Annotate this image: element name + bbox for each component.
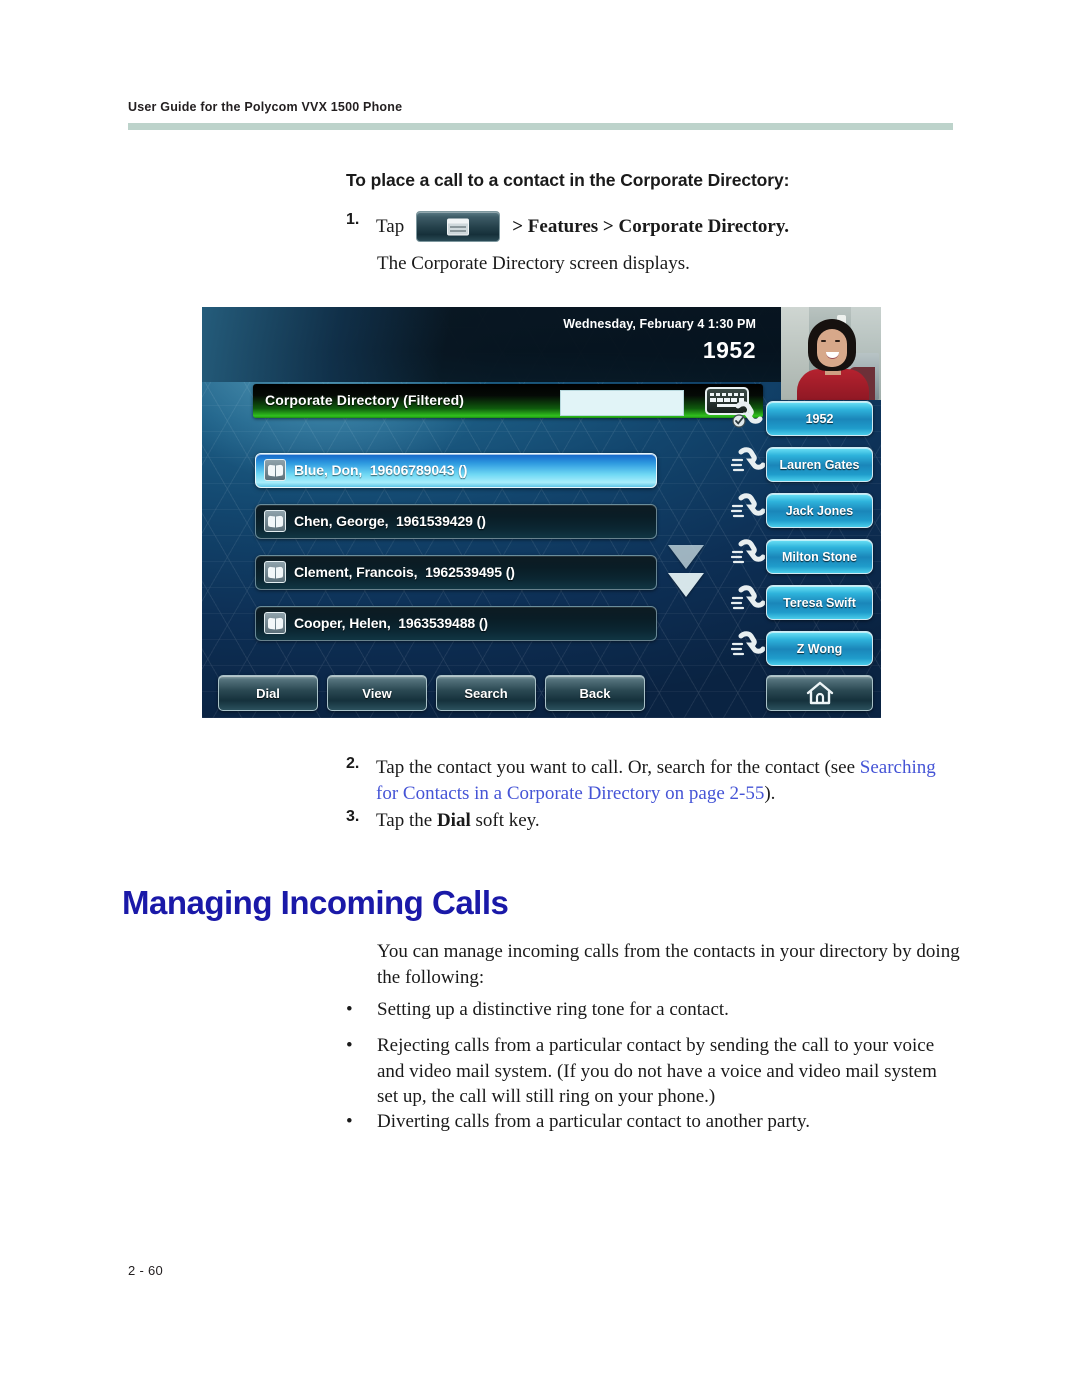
directory-entry-icon xyxy=(264,561,286,583)
list-item-text: Diverting calls from a particular contac… xyxy=(377,1111,810,1132)
procedure-heading: To place a call to a contact in the Corp… xyxy=(346,170,790,190)
page-title: Managing Incoming Calls xyxy=(122,884,509,921)
line-key-label: 1952 xyxy=(805,411,834,426)
contact-text-1: Chen, George, 1961539429 () xyxy=(294,513,486,529)
bullet-marker: • xyxy=(346,1111,353,1132)
line-key-jack-jones[interactable]: Jack Jones xyxy=(766,493,873,528)
step-2-body: Tap the contact you want to call. Or, se… xyxy=(376,755,961,807)
soft-key-dial[interactable]: Dial xyxy=(218,675,318,711)
soft-key-search[interactable]: Search xyxy=(436,675,536,711)
step-3-body: Tap the Dial soft key. xyxy=(376,808,540,834)
directory-entry-icon xyxy=(264,612,286,634)
directory-entry-icon xyxy=(264,459,286,481)
step-3-number: 3. xyxy=(346,808,360,825)
list-item: • Diverting calls from a particular cont… xyxy=(346,1109,956,1135)
home-icon xyxy=(767,676,872,710)
soft-key-label: Back xyxy=(579,685,611,701)
bullet-marker: • xyxy=(346,1035,353,1056)
corporate-directory-title: Corporate Directory (Filtered) xyxy=(265,392,465,408)
table-row[interactable]: Clement, Francois, 1962539495 () xyxy=(255,555,657,590)
table-row[interactable]: Cooper, Helen, 1963539488 () xyxy=(255,606,657,641)
step-3-text-1: Tap the xyxy=(376,810,437,831)
step-3-text-2: soft key. xyxy=(470,810,540,831)
handset-icon xyxy=(731,538,765,568)
page-reference-link[interactable]: 2-55 xyxy=(730,783,765,804)
menu-window-icon[interactable] xyxy=(416,211,501,242)
line-key-z-wong[interactable]: Z Wong xyxy=(766,631,873,666)
list-item: • Rejecting calls from a particular cont… xyxy=(346,1033,956,1110)
contact-text-0: Blue, Don, 19606789043 () xyxy=(294,462,468,478)
step-2-number: 2. xyxy=(346,755,360,772)
step-2-text-3: ). xyxy=(764,782,776,804)
handset-icon xyxy=(731,446,765,476)
video-person-face xyxy=(817,329,847,367)
step-1-number: 1. xyxy=(346,211,360,228)
step-1: 1. Tap > Features > Corporate Directory. xyxy=(346,211,986,242)
bullet-marker: • xyxy=(346,999,353,1020)
page-number: 2 - 60 xyxy=(128,1263,164,1278)
step-1-lead: Tap xyxy=(376,215,405,237)
chevron-down-icon xyxy=(668,573,704,597)
soft-key-label: View xyxy=(362,685,392,701)
line-key-lauren-gates[interactable]: Lauren Gates xyxy=(766,447,873,482)
line-key-1952[interactable]: 1952 xyxy=(766,401,873,436)
running-head: User Guide for the Polycom VVX 1500 Phon… xyxy=(128,100,403,114)
soft-key-label: Search xyxy=(464,685,508,701)
step-3: 3. Tap the Dial soft key. xyxy=(346,808,961,834)
page-header: User Guide for the Polycom VVX 1500 Phon… xyxy=(128,100,953,130)
soft-key-back[interactable]: Back xyxy=(545,675,645,711)
list-item-text: Setting up a distinctive ring tone for a… xyxy=(377,999,729,1020)
step-1-path: > Features > Corporate Directory. xyxy=(512,215,790,237)
menu-window-glyph xyxy=(447,218,470,235)
step-3-keyname: Dial xyxy=(436,810,471,831)
soft-key-view[interactable]: View xyxy=(327,675,427,711)
line-key-label: Teresa Swift xyxy=(783,595,856,610)
phone-screen-screenshot: Wednesday, February 4 1:30 PM 1952 Corpo… xyxy=(202,307,881,718)
line-key-milton-stone[interactable]: Milton Stone xyxy=(766,539,873,574)
table-row[interactable]: Blue, Don, 19606789043 () xyxy=(255,453,657,488)
handset-icon xyxy=(731,630,765,660)
table-row[interactable]: Chen, George, 1961539429 () xyxy=(255,504,657,539)
contact-text-2: Clement, Francois, 1962539495 () xyxy=(294,564,515,580)
line-key-label: Jack Jones xyxy=(785,503,854,518)
step-1-result: The Corporate Directory screen displays. xyxy=(377,253,690,274)
line-key-label: Lauren Gates xyxy=(779,457,860,472)
line-key-label: Z Wong xyxy=(796,641,843,656)
status-datetime: Wednesday, February 4 1:30 PM xyxy=(563,317,756,331)
list-item: • Setting up a distinctive ring tone for… xyxy=(346,997,956,1023)
step-2-text-2: on page xyxy=(660,782,730,804)
directory-entry-icon xyxy=(264,510,286,532)
keyboard-row-1 xyxy=(710,393,745,397)
handset-icon xyxy=(731,584,765,614)
status-extension: 1952 xyxy=(702,337,756,363)
contact-text-3: Cooper, Helen, 1963539488 () xyxy=(294,615,488,631)
handset-icon xyxy=(731,492,765,522)
scroll-down-indicator[interactable] xyxy=(668,545,704,601)
header-rule xyxy=(128,123,953,130)
step-2: 2. Tap the contact you want to call. Or,… xyxy=(346,755,961,807)
step-1-body: Tap > Features > Corporate Directory. xyxy=(376,211,789,242)
chevron-down-icon xyxy=(668,545,704,569)
video-self-view[interactable] xyxy=(781,307,881,400)
soft-key-label: Dial xyxy=(256,685,280,701)
step-2-text-1: Tap the contact you want to call. Or, se… xyxy=(376,757,860,778)
section-intro-paragraph: You can manage incoming calls from the c… xyxy=(377,941,960,988)
corporate-directory-title-bar: Corporate Directory (Filtered) xyxy=(253,384,763,418)
home-button[interactable] xyxy=(766,675,873,711)
directory-search-input[interactable] xyxy=(560,390,684,416)
list-item-text: Rejecting calls from a particular contac… xyxy=(377,1035,937,1108)
handset-registered-icon xyxy=(731,400,765,430)
phone-status-bar-glow xyxy=(202,307,502,382)
line-key-label: Milton Stone xyxy=(782,549,857,564)
line-key-teresa-swift[interactable]: Teresa Swift xyxy=(766,585,873,620)
